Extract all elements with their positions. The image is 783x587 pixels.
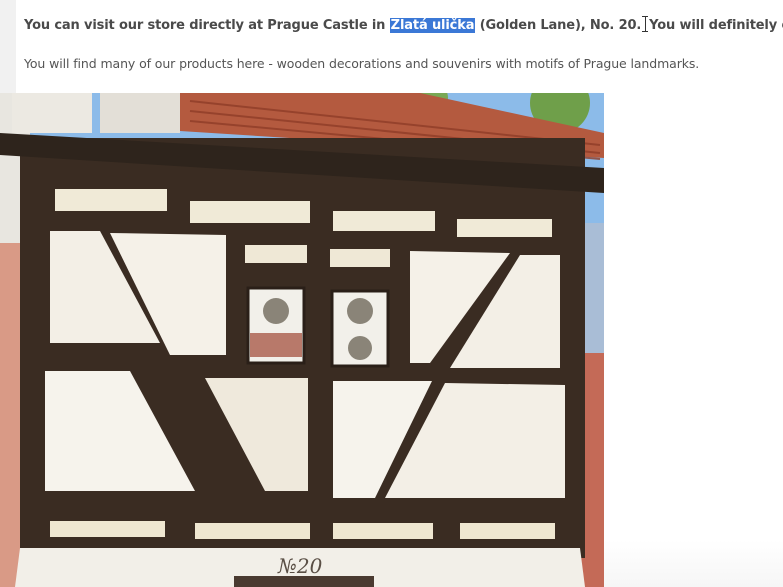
selected-text-highlight[interactable]: Zlatá ulička [389,18,476,33]
store-text-part-1: You can visit our store directly at Prag… [24,18,390,33]
golden-lane-house-photo: №20 [0,93,604,587]
left-margin-strip [0,0,16,93]
store-text-part-2: (Golden Lane), No. 20. [475,18,642,33]
store-location-text[interactable]: You can visit our store directly at Prag… [24,16,783,36]
house-number-sign: №20 [277,554,323,578]
house-illustration: №20 [0,93,604,587]
bottom-right-fade [604,540,783,587]
products-description: You will find many of our products here … [24,56,700,71]
page: You can visit our store directly at Prag… [0,0,783,587]
text-cursor-icon [642,16,649,32]
store-text-part-3: You will definitely enjoy it here. [649,18,783,33]
